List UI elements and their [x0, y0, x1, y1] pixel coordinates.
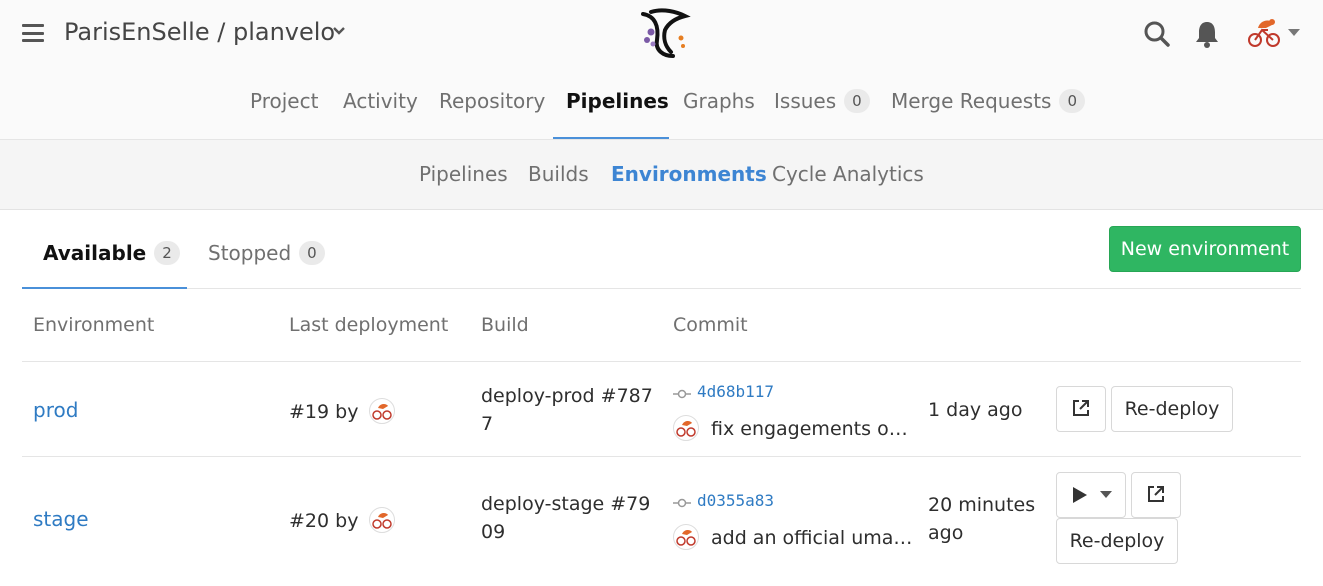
avatar[interactable] [673, 415, 699, 441]
environment-link[interactable]: stage [33, 507, 89, 531]
table-row: stage #20 by deploy-stage #7909 d0355a83… [22, 457, 1301, 586]
nav-pipelines[interactable]: Pipelines [553, 76, 669, 139]
subnav-pipelines[interactable]: Pipelines [419, 162, 508, 186]
commit-sha-link[interactable]: d0355a83 [673, 491, 774, 510]
column-build: Build [481, 314, 529, 336]
nav-project[interactable]: Project [250, 76, 318, 139]
avatar[interactable] [368, 398, 395, 424]
nav-activity[interactable]: Activity [343, 76, 418, 139]
nav-merge-requests-label: Merge Requests [891, 89, 1052, 113]
redeploy-button[interactable]: Re-deploy [1111, 386, 1233, 432]
column-commit: Commit [673, 314, 748, 336]
caret-down-icon [1100, 491, 1113, 498]
nav-merge-requests[interactable]: Merge Requests 0 [891, 76, 1085, 139]
table-row: prod #19 by deploy-prod #7877 4d68b117 f… [22, 362, 1301, 457]
logo[interactable] [633, 4, 691, 60]
merge-requests-count-badge: 0 [1059, 89, 1085, 113]
commit-message-text[interactable]: fix engagements on home page [711, 418, 918, 440]
nav-graphs[interactable]: Graphs [683, 76, 755, 139]
menu-icon[interactable] [22, 24, 44, 42]
new-environment-button[interactable]: New environment [1109, 226, 1301, 272]
nav-pipelines-label: Pipelines [566, 89, 669, 113]
commit-sha[interactable]: 4d68b117 [697, 382, 774, 401]
commit-sha[interactable]: d0355a83 [697, 491, 774, 510]
tab-stopped-label: Stopped [208, 241, 292, 265]
tab-available[interactable]: Available 2 [22, 210, 187, 289]
environment-link[interactable]: prod [33, 398, 78, 422]
project-title[interactable]: ParisEnSelle / planvelo [64, 18, 345, 46]
nav-repository[interactable]: Repository [439, 76, 545, 139]
chevron-down-icon[interactable] [332, 26, 346, 36]
project-title-text[interactable]: ParisEnSelle / planvelo [64, 18, 335, 46]
commit-message-text[interactable]: add an official umap link [711, 527, 918, 549]
nav-repository-label: Repository [439, 89, 546, 113]
deployment-time: 20 minutes ago [928, 494, 1036, 544]
deployment-number: #19 by [289, 401, 359, 423]
pipelines-subnav: Pipelines Builds Environments Cycle Anal… [0, 140, 1323, 210]
external-url-button[interactable] [1131, 472, 1181, 518]
nav-issues[interactable]: Issues 0 [774, 76, 870, 139]
avatar[interactable] [1246, 16, 1282, 48]
bell-icon[interactable] [1193, 19, 1221, 49]
last-deployment: #20 by [289, 507, 395, 533]
project-nav: Project Activity Repository Pipelines Gr… [0, 76, 1323, 139]
last-deployment: #19 by [289, 398, 395, 424]
avatar[interactable] [673, 524, 699, 550]
manual-actions-dropdown[interactable] [1056, 472, 1126, 518]
available-count-badge: 2 [154, 241, 180, 265]
commit-icon [673, 498, 691, 508]
nav-activity-label: Activity [343, 89, 418, 113]
deployment-time: 1 day ago [928, 399, 1023, 421]
build-link[interactable]: deploy-stage #7909 [481, 490, 661, 546]
tab-available-label: Available [43, 241, 147, 265]
subnav-builds[interactable]: Builds [528, 162, 589, 186]
subnav-environments[interactable]: Environments [611, 162, 767, 186]
build-link[interactable]: deploy-prod #7877 [481, 382, 661, 438]
issues-count-badge: 0 [844, 89, 870, 113]
subnav-cycle-analytics[interactable]: Cycle Analytics [772, 162, 924, 186]
nav-issues-label: Issues [774, 89, 837, 113]
commit-icon [673, 389, 691, 399]
nav-graphs-label: Graphs [683, 89, 755, 113]
external-url-button[interactable] [1056, 386, 1106, 432]
external-link-icon [1073, 400, 1089, 416]
deployment-number: #20 by [289, 510, 359, 532]
nav-project-label: Project [250, 89, 319, 113]
top-header: ParisEnSelle / planvelo Project Activity… [0, 0, 1323, 140]
caret-down-icon[interactable] [1288, 29, 1300, 37]
external-link-icon [1148, 486, 1164, 502]
tab-stopped[interactable]: Stopped 0 [208, 210, 325, 289]
column-environment: Environment [33, 314, 155, 336]
stopped-count-badge: 0 [299, 241, 325, 265]
commit-message: add an official umap link [673, 524, 918, 550]
avatar[interactable] [368, 507, 395, 533]
table-header: Environment Last deployment Build Commit [22, 289, 1301, 362]
play-icon [1072, 487, 1087, 503]
commit-message: fix engagements on home page [673, 415, 918, 441]
search-icon[interactable] [1143, 20, 1171, 48]
redeploy-button[interactable]: Re-deploy [1056, 518, 1178, 564]
commit-sha-link[interactable]: 4d68b117 [673, 382, 774, 401]
column-last-deployment: Last deployment [289, 314, 449, 336]
